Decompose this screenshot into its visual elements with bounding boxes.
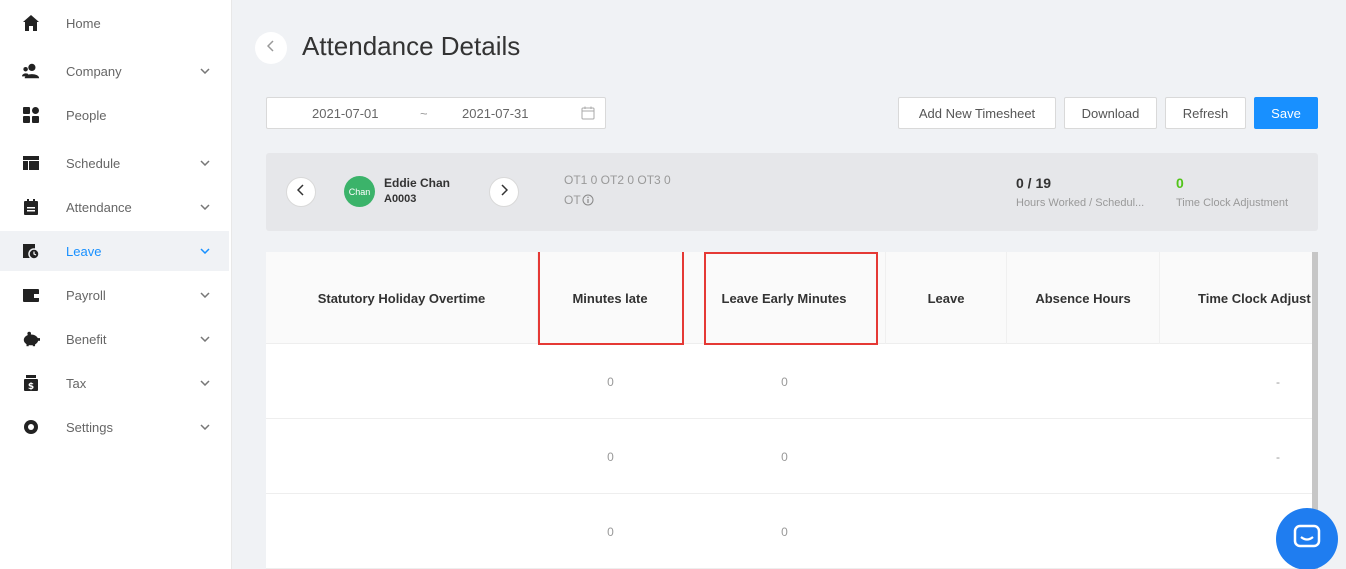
attendance-icon xyxy=(22,198,40,216)
chevron-left-icon xyxy=(266,39,275,57)
chevron-left-icon xyxy=(296,183,305,201)
table-cell: - xyxy=(1276,374,1280,389)
sidebar-item-benefit[interactable]: Benefit xyxy=(0,319,229,359)
avatar: Chan xyxy=(344,176,375,207)
table-cell xyxy=(886,419,1007,494)
company-icon xyxy=(22,62,40,80)
piggy-bank-icon xyxy=(22,330,40,348)
refresh-button[interactable]: Refresh xyxy=(1165,97,1246,129)
table-cell xyxy=(266,419,538,494)
hours-worked-value: 0 / 19 xyxy=(1016,175,1052,191)
svg-text:$: $ xyxy=(28,382,34,392)
table-cell: 0 xyxy=(607,374,614,389)
gear-icon xyxy=(22,418,40,436)
sidebar-item-leave[interactable]: Leave xyxy=(0,231,229,271)
sidebar-item-attendance[interactable]: Attendance xyxy=(0,187,229,227)
people-icon xyxy=(22,106,40,124)
chevron-down-icon xyxy=(199,65,211,77)
date-start-input[interactable]: 2021-07-01 xyxy=(312,106,379,121)
chevron-down-icon xyxy=(199,333,211,345)
table-cell xyxy=(1007,344,1160,419)
column-header-time-clock-adjust[interactable]: Time Clock Adjust xyxy=(1160,252,1312,344)
info-icon[interactable] xyxy=(582,194,594,206)
calendar-icon xyxy=(581,106,595,120)
payroll-icon xyxy=(22,286,40,304)
sidebar-item-label: Payroll xyxy=(66,287,106,303)
table-row[interactable]: 0 0 - xyxy=(266,419,1312,494)
sidebar-item-label: Settings xyxy=(66,419,113,435)
page-title: Attendance Details xyxy=(302,31,521,61)
leave-icon xyxy=(22,242,40,260)
chevron-down-icon xyxy=(199,377,211,389)
highlight-box-minutes-late xyxy=(538,252,684,345)
chat-icon xyxy=(1293,524,1321,555)
employee-name: Eddie Chan xyxy=(384,176,451,190)
chevron-down-icon xyxy=(199,201,211,213)
date-range-picker[interactable]: 2021-07-01 ~ 2021-07-31 xyxy=(266,97,606,129)
sidebar: Home Company People Schedule Attendance … xyxy=(0,0,232,569)
employee-id: A0003 xyxy=(384,193,417,205)
chevron-down-icon xyxy=(199,245,211,257)
tax-icon: $ xyxy=(22,374,40,392)
sidebar-item-schedule[interactable]: Schedule xyxy=(0,143,229,183)
table-row[interactable]: 0 0 - xyxy=(266,344,1312,419)
save-button[interactable]: Save xyxy=(1254,97,1318,129)
table-cell xyxy=(1007,494,1160,569)
sidebar-item-label: People xyxy=(66,107,107,123)
sidebar-item-label: Leave xyxy=(66,243,102,259)
sidebar-item-payroll[interactable]: Payroll xyxy=(0,275,229,315)
table-cell xyxy=(266,494,538,569)
schedule-icon xyxy=(22,154,40,172)
chevron-down-icon xyxy=(199,421,211,433)
highlight-box-leave-early-minutes xyxy=(704,252,878,345)
home-icon xyxy=(22,14,40,32)
date-separator: ~ xyxy=(420,105,428,121)
attendance-table: Statutory Holiday Overtime Minutes late … xyxy=(266,252,1312,569)
table-cell: 0 xyxy=(607,524,614,539)
table-cell xyxy=(1007,419,1160,494)
column-header-leave[interactable]: Leave xyxy=(886,252,1007,344)
ot-total: OT xyxy=(564,193,594,207)
sidebar-item-label: Home xyxy=(66,15,101,31)
sidebar-item-label: Tax xyxy=(66,375,87,391)
table-cell: 0 xyxy=(781,524,788,539)
table-cell: - xyxy=(1276,449,1280,464)
chat-launcher-button[interactable] xyxy=(1276,508,1338,569)
add-timesheet-button[interactable]: Add New Timesheet xyxy=(898,97,1056,129)
table-row[interactable]: 0 0 - xyxy=(266,494,1312,569)
sidebar-item-label: Schedule xyxy=(66,155,121,171)
prev-employee-button[interactable] xyxy=(286,177,316,207)
sidebar-item-home[interactable]: Home xyxy=(0,3,229,43)
table-cell: 0 xyxy=(607,449,614,464)
sidebar-item-label: Company xyxy=(66,63,122,79)
next-employee-button[interactable] xyxy=(489,177,519,207)
table-cell: 0 xyxy=(781,449,788,464)
sidebar-item-tax[interactable]: $ Tax xyxy=(0,363,229,403)
table-cell xyxy=(886,344,1007,419)
sidebar-item-label: Benefit xyxy=(66,331,107,347)
sidebar-item-people[interactable]: People xyxy=(0,95,229,135)
employee-summary-bar: Chan Eddie Chan A0003 OT1 0 OT2 0 OT3 0 … xyxy=(266,153,1318,231)
time-clock-adjustment-label: Time Clock Adjustment xyxy=(1176,197,1289,209)
ot-summary: OT1 0 OT2 0 OT3 0 xyxy=(564,173,671,187)
chevron-down-icon xyxy=(199,157,211,169)
date-end-input[interactable]: 2021-07-31 xyxy=(462,106,529,121)
back-button[interactable] xyxy=(255,32,287,64)
time-clock-adjustment-value: 0 xyxy=(1176,175,1184,191)
table-cell xyxy=(886,494,1007,569)
download-button[interactable]: Download xyxy=(1064,97,1157,129)
chevron-down-icon xyxy=(199,289,211,301)
table-cell xyxy=(266,344,538,419)
ot-label: OT xyxy=(564,193,581,207)
table-cell: 0 xyxy=(781,374,788,389)
sidebar-item-settings[interactable]: Settings xyxy=(0,407,229,447)
column-header-statutory-holiday-overtime[interactable]: Statutory Holiday Overtime xyxy=(266,252,538,344)
hours-worked-label: Hours Worked / Schedul... xyxy=(1016,197,1145,209)
sidebar-item-label: Attendance xyxy=(66,199,132,215)
sidebar-item-company[interactable]: Company xyxy=(0,51,229,91)
chevron-right-icon xyxy=(500,183,509,201)
column-header-absence-hours[interactable]: Absence Hours xyxy=(1007,252,1160,344)
